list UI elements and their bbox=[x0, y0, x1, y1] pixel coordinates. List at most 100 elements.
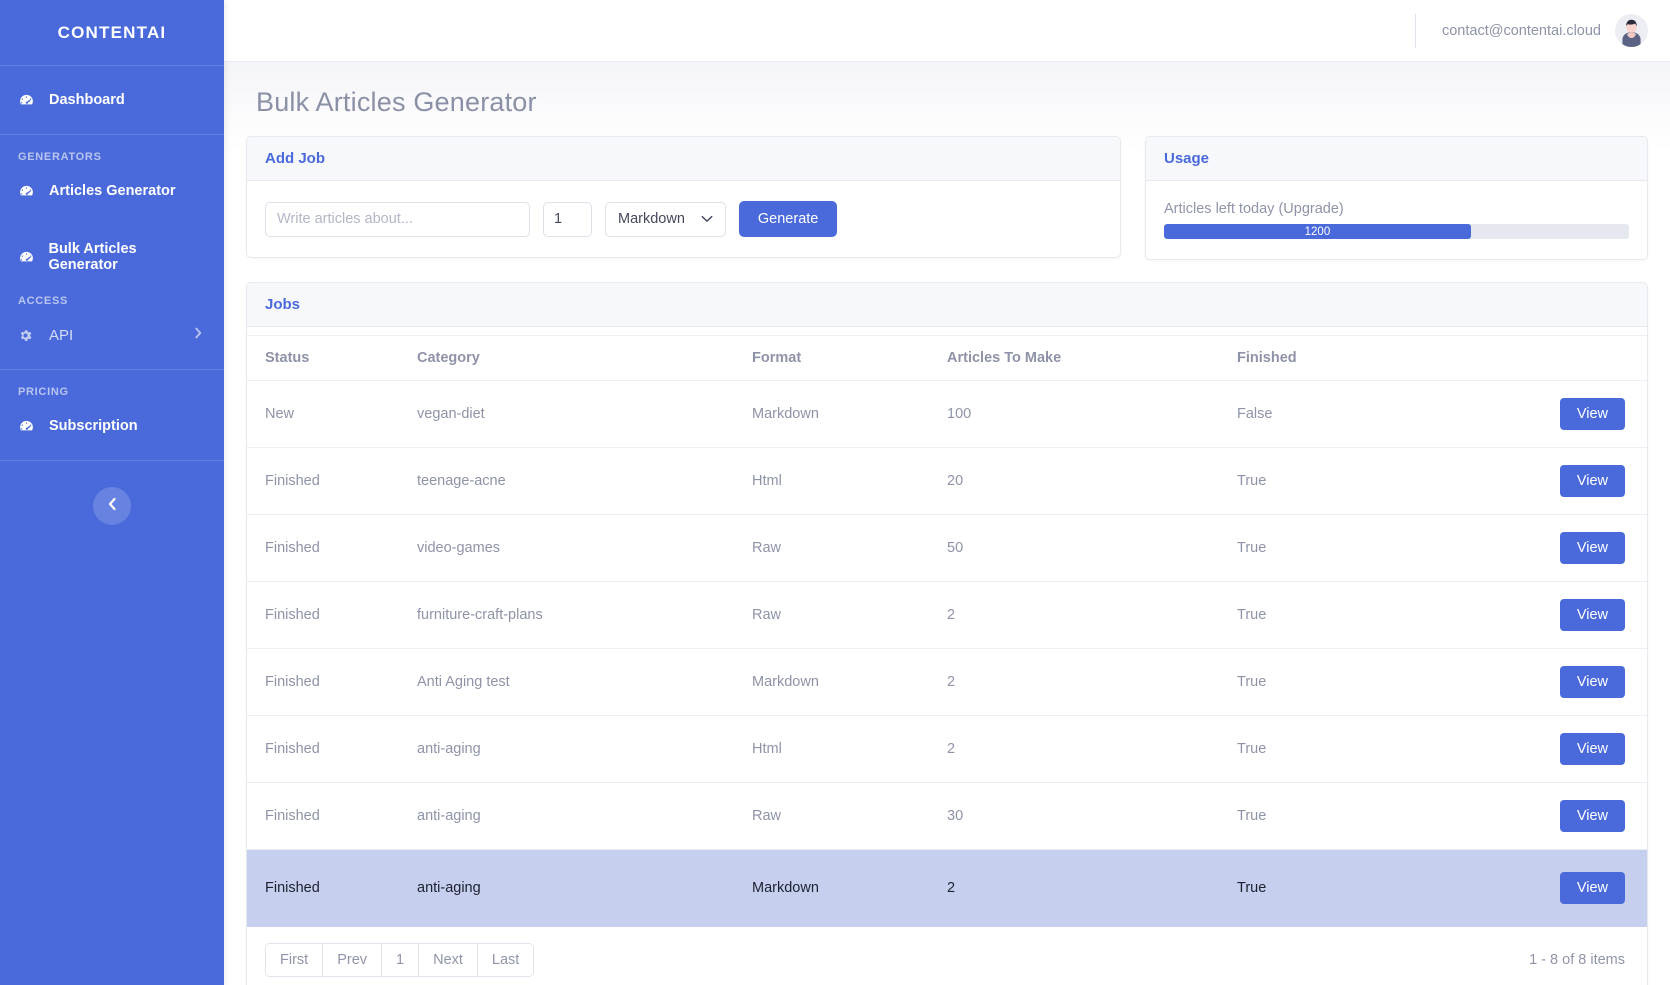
add-job-card: Add Job Markdown Generate bbox=[246, 136, 1121, 258]
cell-finished: False bbox=[1237, 381, 1432, 448]
table-row[interactable]: Finishedteenage-acneHtml20TrueView bbox=[247, 448, 1647, 515]
cell-finished: True bbox=[1237, 716, 1432, 783]
table-row[interactable]: Newvegan-dietMarkdown100False View bbox=[247, 381, 1647, 448]
sidebar-item-label: Articles Generator bbox=[49, 183, 176, 199]
gauge-icon bbox=[18, 183, 40, 200]
cell-actions: View bbox=[1432, 850, 1647, 927]
cell-category: teenage-acne bbox=[417, 448, 752, 515]
cell-category: anti-aging bbox=[417, 716, 752, 783]
sidebar-item-dashboard[interactable]: Dashboard bbox=[0, 78, 224, 122]
cell-actions: View bbox=[1432, 582, 1647, 649]
pagination-button-next[interactable]: Next bbox=[419, 944, 478, 976]
page-content: Bulk Articles Generator Add Job Markdown bbox=[224, 62, 1670, 985]
chevron-left-icon bbox=[106, 496, 119, 517]
column-header-articles-to-make[interactable]: Articles To Make bbox=[947, 336, 1237, 381]
count-input[interactable] bbox=[543, 202, 592, 237]
sidebar-section-pricing: PRICING bbox=[0, 386, 224, 398]
cell-category: anti-aging bbox=[417, 850, 752, 927]
cell-category: anti-aging bbox=[417, 783, 752, 850]
jobs-table-body: Newvegan-dietMarkdown100FalseViewFinishe… bbox=[247, 381, 1647, 927]
cell-status: Finished bbox=[247, 515, 417, 582]
view-button[interactable]: View bbox=[1560, 733, 1625, 765]
table-row[interactable]: Finishedanti-agingMarkdown2TrueView bbox=[247, 850, 1647, 927]
cell-format: Markdown bbox=[752, 381, 947, 448]
view-button[interactable]: View bbox=[1560, 800, 1625, 832]
sidebar-collapse-button[interactable] bbox=[93, 487, 131, 525]
cell-finished: True bbox=[1237, 850, 1432, 927]
cell-status: Finished bbox=[247, 448, 417, 515]
chevron-down-icon bbox=[701, 211, 713, 227]
add-job-card-title: Add Job bbox=[247, 137, 1120, 181]
usage-progress-value: 1200 bbox=[1305, 226, 1331, 238]
add-job-card-body: Markdown Generate bbox=[247, 181, 1120, 257]
view-button[interactable]: View bbox=[1560, 666, 1625, 698]
cell-status: Finished bbox=[247, 582, 417, 649]
cell-format: Html bbox=[752, 716, 947, 783]
sidebar-item-bulk-articles-generator[interactable]: Bulk Articles Generator bbox=[0, 235, 224, 279]
cell-finished: True bbox=[1237, 649, 1432, 716]
cell-finished: True bbox=[1237, 515, 1432, 582]
usage-card: Usage Articles left today (Upgrade) 1200 bbox=[1145, 136, 1648, 260]
cell-status: Finished bbox=[247, 716, 417, 783]
cell-status: Finished bbox=[247, 783, 417, 850]
format-select[interactable]: Markdown bbox=[605, 202, 726, 237]
table-row[interactable]: Finishedvideo-gamesRaw50TrueView bbox=[247, 515, 1647, 582]
table-row[interactable]: Finishedfurniture-craft-plansRaw2TrueVie… bbox=[247, 582, 1647, 649]
cell-actions: View bbox=[1432, 649, 1647, 716]
usage-label-text: Articles left today bbox=[1164, 201, 1274, 217]
column-header-category[interactable]: Category bbox=[417, 336, 752, 381]
pagination-button-prev[interactable]: Prev bbox=[323, 944, 382, 976]
cell-articles-to-make: 30 bbox=[947, 783, 1237, 850]
table-row[interactable]: FinishedAnti Aging testMarkdown2TrueView bbox=[247, 649, 1647, 716]
cell-finished: True bbox=[1237, 448, 1432, 515]
cell-category: Anti Aging test bbox=[417, 649, 752, 716]
pagination-button-first[interactable]: First bbox=[266, 944, 323, 976]
divider bbox=[0, 134, 224, 135]
topic-input[interactable] bbox=[265, 202, 530, 237]
usage-progress-fill: 1200 bbox=[1164, 224, 1471, 239]
divider bbox=[1415, 14, 1416, 48]
generate-button[interactable]: Generate bbox=[739, 201, 837, 237]
gauge-icon bbox=[18, 92, 40, 109]
cell-format: Markdown bbox=[752, 649, 947, 716]
chevron-right-icon bbox=[193, 326, 204, 344]
table-row[interactable]: Finishedanti-agingHtml2True View bbox=[247, 716, 1647, 783]
pagination-button-1[interactable]: 1 bbox=[382, 944, 419, 976]
brand-logo[interactable]: CONTENTAI bbox=[0, 0, 224, 65]
items-count: 1 - 8 of 8 items bbox=[1529, 952, 1625, 968]
sidebar-item-subscription[interactable]: Subscription bbox=[0, 404, 224, 448]
divider bbox=[0, 460, 224, 461]
cell-category: vegan-diet bbox=[417, 381, 752, 448]
usage-card-body: Articles left today (Upgrade) 1200 bbox=[1146, 181, 1647, 259]
cell-articles-to-make: 100 bbox=[947, 381, 1237, 448]
topbar: contact@contentai.cloud bbox=[224, 0, 1670, 62]
column-header-finished[interactable]: Finished bbox=[1237, 336, 1432, 381]
view-button[interactable]: View bbox=[1560, 398, 1625, 430]
sidebar-item-articles-generator[interactable]: Articles Generator bbox=[0, 169, 224, 213]
cell-category: video-games bbox=[417, 515, 752, 582]
view-button[interactable]: View bbox=[1560, 872, 1625, 904]
pagination-button-last[interactable]: Last bbox=[478, 944, 533, 976]
upgrade-link[interactable]: (Upgrade) bbox=[1278, 201, 1343, 217]
cell-finished: True bbox=[1237, 582, 1432, 649]
view-button[interactable]: View bbox=[1560, 599, 1625, 631]
column-header-status[interactable]: Status bbox=[247, 336, 417, 381]
cell-articles-to-make: 2 bbox=[947, 850, 1237, 927]
cell-articles-to-make: 2 bbox=[947, 716, 1237, 783]
sidebar-item-label: API bbox=[49, 327, 73, 344]
avatar[interactable] bbox=[1615, 14, 1648, 47]
top-cards-row: Add Job Markdown Generate bbox=[246, 136, 1648, 260]
jobs-table: Status Category Format Articles To Make … bbox=[247, 335, 1647, 927]
gear-icon bbox=[18, 328, 40, 343]
sidebar-item-api[interactable]: API bbox=[0, 313, 224, 357]
jobs-table-head: Status Category Format Articles To Make … bbox=[247, 336, 1647, 381]
view-button[interactable]: View bbox=[1560, 532, 1625, 564]
cell-format: Raw bbox=[752, 783, 947, 850]
table-row[interactable]: Finishedanti-agingRaw30TrueView bbox=[247, 783, 1647, 850]
add-job-form: Markdown Generate bbox=[265, 201, 1102, 237]
cell-status: New bbox=[247, 381, 417, 448]
app-root: CONTENTAI Dashboard GENERATORS Articles … bbox=[0, 0, 1670, 985]
column-header-format[interactable]: Format bbox=[752, 336, 947, 381]
cell-actions: View bbox=[1432, 716, 1647, 783]
view-button[interactable]: View bbox=[1560, 465, 1625, 497]
